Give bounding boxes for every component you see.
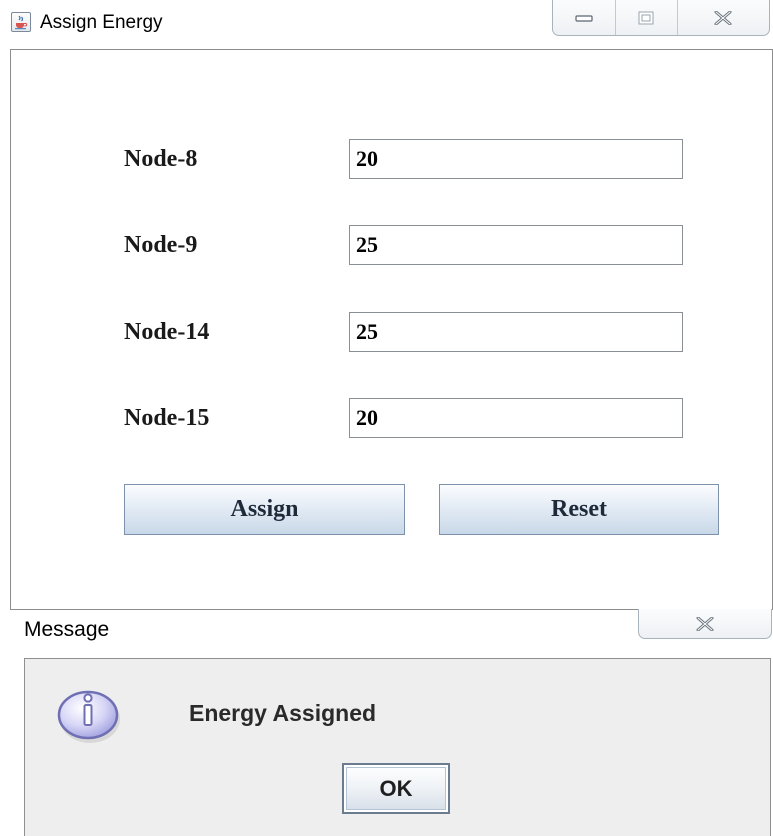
dialog-close-button[interactable] — [638, 609, 772, 639]
close-icon — [696, 616, 714, 631]
window-controls — [552, 0, 770, 36]
assign-button[interactable]: Assign — [124, 484, 405, 535]
maximize-button[interactable] — [615, 0, 678, 35]
energy-input[interactable] — [349, 312, 683, 352]
energy-input[interactable] — [349, 398, 683, 438]
node-label: Node-15 — [124, 405, 210, 431]
maximize-icon — [638, 11, 654, 24]
minimize-button[interactable] — [553, 0, 616, 35]
info-icon — [57, 690, 120, 743]
close-button[interactable] — [677, 0, 769, 35]
close-icon — [714, 10, 732, 25]
energy-input[interactable] — [349, 225, 683, 265]
energy-input[interactable] — [349, 139, 683, 179]
ok-button[interactable]: OK — [342, 763, 450, 814]
node-label: Node-8 — [124, 146, 198, 172]
reset-button[interactable]: Reset — [439, 484, 719, 535]
java-coffee-cup-icon — [11, 12, 31, 32]
dialog-message: Energy Assigned — [189, 700, 377, 726]
node-label: Node-9 — [124, 232, 198, 258]
dialog-title: Message — [24, 618, 110, 641]
window-title: Assign Energy — [40, 12, 163, 33]
window-title-bar[interactable]: Assign Energy — [0, 0, 773, 50]
node-label: Node-14 — [124, 319, 210, 345]
screen: Assign Energy Node-8 20 Node-9 25 Node-1… — [0, 0, 773, 836]
minimize-icon — [575, 14, 593, 22]
